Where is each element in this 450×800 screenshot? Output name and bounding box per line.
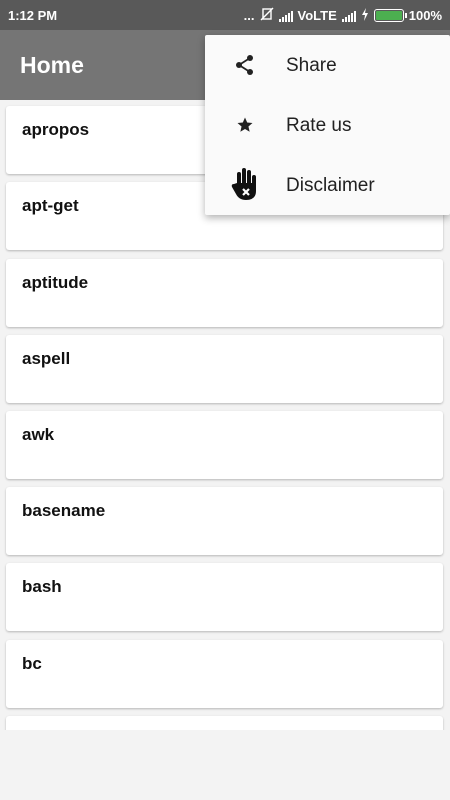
battery-icon bbox=[373, 9, 407, 22]
charging-icon bbox=[361, 7, 369, 24]
list-item[interactable]: aptitude bbox=[6, 259, 443, 327]
list-item[interactable] bbox=[6, 716, 443, 730]
list-item-label: aspell bbox=[22, 349, 71, 368]
list-item-label: awk bbox=[22, 425, 55, 444]
battery-fill bbox=[375, 11, 402, 20]
list-item[interactable]: bc bbox=[6, 640, 443, 708]
signal-icon-2 bbox=[341, 10, 356, 22]
list-item-label: bc bbox=[22, 654, 42, 673]
star-icon bbox=[233, 113, 257, 137]
overflow-menu: Share Rate us Disclaimer bbox=[205, 35, 450, 215]
page-title: Home bbox=[20, 52, 84, 78]
list-item[interactable]: aspell bbox=[6, 335, 443, 403]
notification-dots: ... bbox=[243, 8, 255, 23]
battery-percent: 100% bbox=[408, 8, 442, 23]
menu-item-label: Disclaimer bbox=[286, 175, 375, 196]
list-item-label: apt-get bbox=[22, 196, 79, 215]
vibrate-off-icon bbox=[260, 7, 274, 24]
menu-item-label: Share bbox=[286, 55, 337, 76]
status-icons: ... VoLTE 100% bbox=[244, 7, 442, 24]
hand-icon bbox=[230, 167, 260, 201]
list-item-label: basename bbox=[22, 501, 106, 520]
signal-icon bbox=[278, 10, 293, 22]
status-bar: 1:12 PM ... VoLTE 100% bbox=[0, 0, 450, 30]
menu-item-share[interactable]: Share bbox=[205, 35, 450, 95]
share-icon bbox=[233, 53, 257, 77]
status-time: 1:12 PM bbox=[8, 8, 58, 23]
menu-item-label: Rate us bbox=[286, 115, 352, 136]
list-item[interactable]: basename bbox=[6, 487, 443, 555]
list-item[interactable]: bash bbox=[6, 563, 443, 631]
network-type: VoLTE bbox=[297, 8, 337, 23]
list-item-label: aptitude bbox=[22, 273, 89, 292]
menu-item-rate-us[interactable]: Rate us bbox=[205, 95, 450, 155]
menu-item-disclaimer[interactable]: Disclaimer bbox=[205, 155, 450, 215]
list-item-label: apropos bbox=[22, 120, 90, 139]
list-item[interactable]: awk bbox=[6, 411, 443, 479]
list-item-label: bash bbox=[22, 577, 62, 596]
